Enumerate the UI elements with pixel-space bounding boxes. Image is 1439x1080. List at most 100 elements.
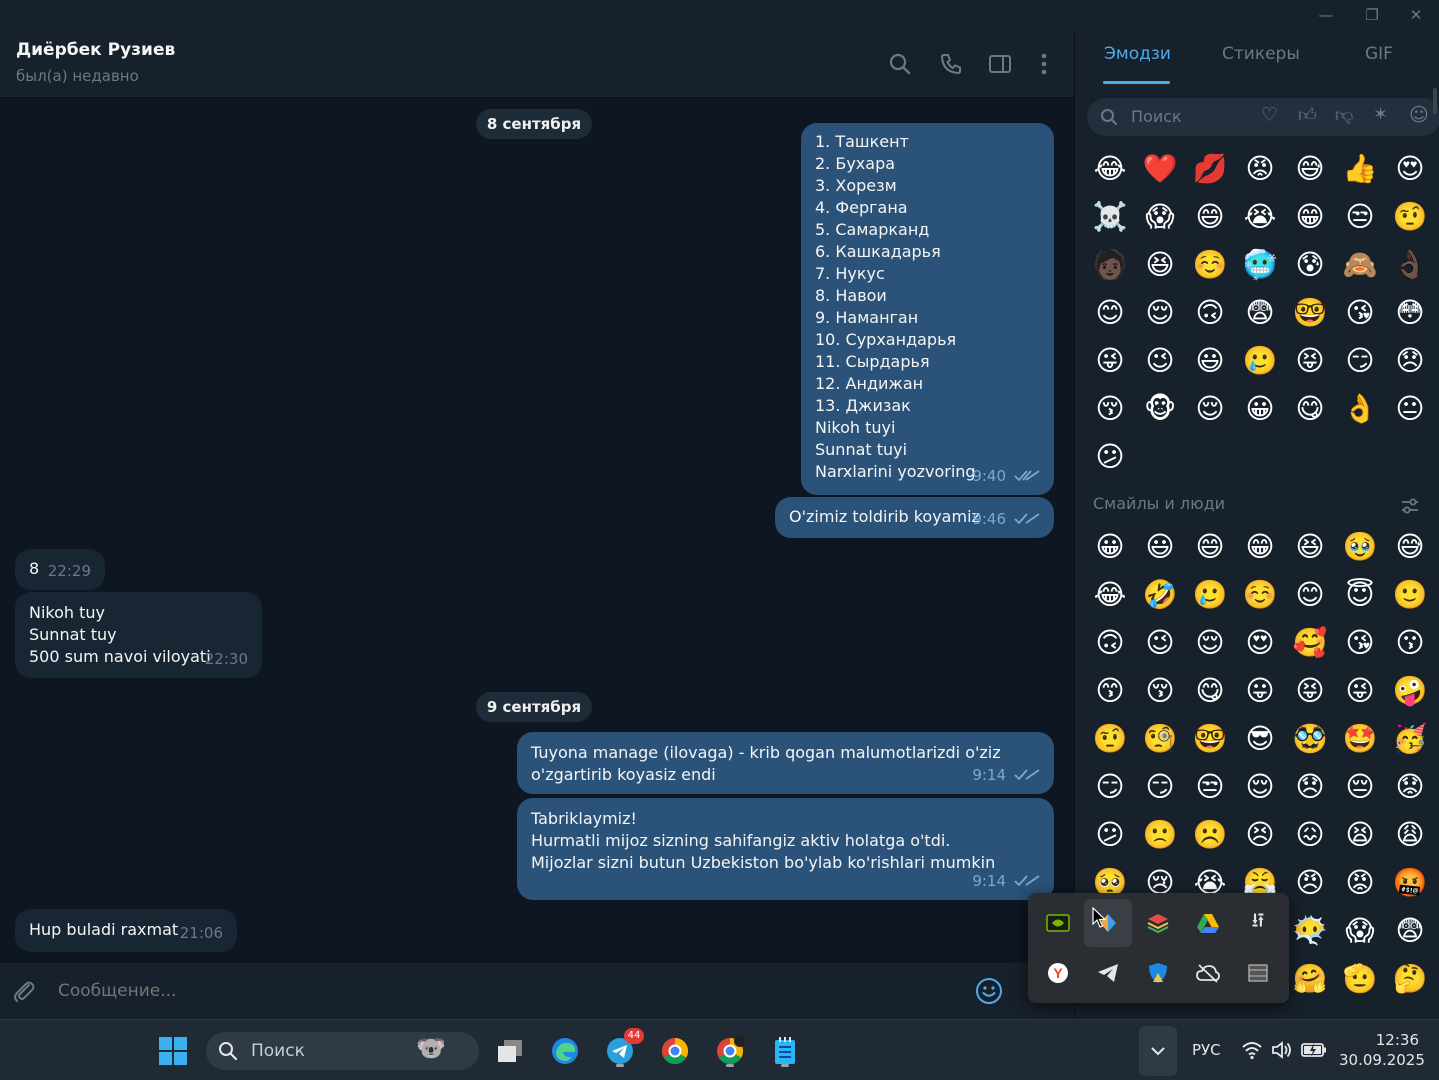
yandex-tray-icon[interactable]: Y — [1034, 949, 1082, 997]
message-bubble-outgoing[interactable]: Tuyona manage (ilovaga) - krib qogan mal… — [517, 732, 1054, 794]
phone-icon[interactable] — [938, 51, 964, 77]
more-menu-icon[interactable] — [1031, 51, 1057, 77]
emoji-cell[interactable]: 😭 — [1244, 200, 1277, 233]
emoji-search[interactable]: Поиск ♡ 👍︎ 👎︎ ✶ ☺ — [1087, 98, 1439, 136]
search-icon[interactable] — [887, 51, 913, 77]
emoji-cell[interactable]: 😅 — [1295, 152, 1324, 185]
emoji-cell[interactable]: 😰 — [1295, 248, 1324, 281]
start-menu-icon[interactable] — [153, 1031, 193, 1071]
emoji-cell[interactable]: 😟 — [1395, 770, 1424, 803]
emoji-cell[interactable]: 😫 — [1345, 818, 1374, 851]
emoji-cell[interactable]: 🤨 — [1393, 200, 1428, 233]
google-drive-tray-icon[interactable] — [1184, 899, 1232, 947]
emoji-cell[interactable]: 🤗 — [1293, 962, 1328, 995]
thumbs-up-category-icon[interactable]: 👍︎ — [1298, 104, 1317, 126]
emoji-cell[interactable]: 👌🏿 — [1393, 248, 1428, 281]
tab-stickers[interactable]: Стикеры — [1222, 44, 1300, 64]
emoji-cell[interactable]: 😝 — [1295, 674, 1324, 707]
emoji-cell[interactable]: 🧐 — [1143, 722, 1178, 755]
emoji-cell[interactable]: 🥹 — [1343, 530, 1378, 563]
emoji-cell[interactable]: 😘 — [1345, 296, 1374, 329]
party-category-icon[interactable]: ✶ — [1373, 104, 1388, 125]
volume-icon[interactable] — [1271, 1040, 1293, 1060]
emoji-cell[interactable]: 🤔 — [1393, 962, 1428, 995]
tab-gif[interactable]: GIF — [1365, 44, 1393, 64]
emoji-cell[interactable]: 😆 — [1295, 530, 1324, 563]
contact-name[interactable]: Диёрбек Рузиев — [16, 40, 175, 60]
emoji-cell[interactable]: 😏 — [1095, 770, 1124, 803]
emoji-cell[interactable]: 😁 — [1245, 530, 1274, 563]
emoji-cell[interactable]: ❤️ — [1143, 152, 1178, 185]
emoji-cell[interactable]: 😞 — [1295, 770, 1324, 803]
emoji-cell[interactable]: 😋 — [1295, 392, 1324, 425]
emoji-cell[interactable]: 😱 — [1145, 200, 1174, 233]
emoji-cell[interactable]: 😌 — [1195, 392, 1224, 425]
chrome-browser-icon[interactable] — [655, 1031, 695, 1071]
emoji-cell[interactable]: 😊 — [1295, 578, 1324, 611]
emoji-cell[interactable]: 😘 — [1345, 626, 1374, 659]
close-button[interactable]: ✕ — [1401, 4, 1431, 26]
task-view-icon[interactable] — [490, 1031, 530, 1071]
emoji-cell[interactable]: 😏 — [1145, 770, 1174, 803]
usb-tray-icon[interactable]: ⭿ — [1234, 899, 1282, 947]
emoji-cell[interactable]: 🙃 — [1195, 296, 1224, 329]
emoji-cell[interactable]: 🥳 — [1393, 722, 1428, 755]
thumbs-down-category-icon[interactable]: 👎︎ — [1335, 104, 1353, 126]
emoji-cell[interactable]: 🙃 — [1095, 626, 1124, 659]
emoji-cell[interactable]: 😶‍🌫️ — [1293, 914, 1328, 947]
emoji-cell[interactable]: 🤪 — [1393, 674, 1428, 707]
emoji-cell[interactable]: 😌 — [1245, 770, 1274, 803]
emoji-panel[interactable]: Эмодзи Стикеры GIF Поиск ♡ 👍︎ 👎︎ ✶ ☺ 😂 ❤️… — [1074, 30, 1439, 1019]
message-bubble-outgoing[interactable]: O'zimiz toldirib koyamiz 9:46 — [775, 497, 1054, 538]
emoji-cell[interactable]: 💋 — [1193, 152, 1228, 185]
emoji-cell[interactable]: 😏 — [1345, 344, 1374, 377]
emoji-cell[interactable]: 😛 — [1245, 674, 1274, 707]
emoji-cell[interactable]: 😜 — [1095, 344, 1124, 377]
emoji-cell[interactable]: 😌 — [1145, 296, 1174, 329]
wifi-icon[interactable] — [1241, 1040, 1263, 1060]
message-bubble-outgoing[interactable]: 1. Ташкент 2. Бухара 3. Хорезм 4. Ферган… — [801, 123, 1054, 495]
emoji-cell[interactable]: 🥶 — [1243, 248, 1278, 281]
emoji-cell[interactable]: 😜 — [1345, 674, 1374, 707]
tab-emoji[interactable]: Эмодзи — [1104, 44, 1171, 64]
film-tray-icon[interactable] — [1234, 949, 1282, 997]
chrome-profile-icon[interactable] — [710, 1031, 750, 1071]
emoji-cell[interactable]: 🥰 — [1293, 626, 1328, 659]
emoji-button-icon[interactable] — [974, 976, 1004, 1006]
emoji-cell[interactable]: 😋 — [1195, 674, 1224, 707]
taskbar-search[interactable]: Поиск 🐨 — [206, 1032, 479, 1070]
emoji-cell[interactable]: 😊 — [1095, 296, 1124, 329]
emoji-cell[interactable]: 🙁 — [1143, 818, 1178, 851]
emoji-cell[interactable]: 😁 — [1295, 200, 1324, 233]
heart-category-icon[interactable]: ♡ — [1261, 104, 1278, 126]
settings-sliders-icon[interactable] — [1400, 497, 1420, 515]
emoji-cell[interactable]: 😚 — [1095, 392, 1124, 425]
emoji-cell[interactable]: 😃 — [1145, 530, 1174, 563]
emoji-cell[interactable]: 🙂 — [1393, 578, 1428, 611]
emoji-cell[interactable]: 🥲 — [1243, 344, 1278, 377]
emoji-cell[interactable]: 😂 — [1094, 152, 1127, 185]
emoji-cell[interactable]: 😎 — [1245, 722, 1274, 755]
message-bubble-incoming[interactable]: Hup buladi raxmat 21:06 — [15, 909, 237, 952]
smile-category-icon[interactable]: ☺ — [1409, 104, 1429, 126]
input-language[interactable]: РУС — [1192, 1041, 1221, 1059]
emoji-cell[interactable]: 😌 — [1195, 626, 1224, 659]
telegram-tray-icon[interactable] — [1084, 949, 1132, 997]
emoji-cell[interactable]: 😡 — [1345, 866, 1374, 899]
emoji-cell[interactable]: 🤩 — [1343, 722, 1378, 755]
emoji-cell[interactable]: 😕 — [1095, 440, 1124, 473]
emoji-cell[interactable]: ☺️ — [1243, 578, 1278, 611]
sidebar-toggle-icon[interactable] — [987, 51, 1013, 77]
emoji-cell[interactable]: 😞 — [1395, 344, 1424, 377]
emoji-cell[interactable]: 🤓 — [1293, 296, 1328, 329]
emoji-cell[interactable]: 😅 — [1395, 530, 1424, 563]
emoji-cell[interactable]: ☠️ — [1093, 200, 1128, 233]
emoji-cell[interactable]: 😠 — [1295, 866, 1324, 899]
message-bubble-outgoing[interactable]: Tabriklaymiz! Hurmatli mijoz sizning sah… — [517, 798, 1054, 900]
emoji-cell[interactable]: 😃 — [1195, 344, 1224, 377]
emoji-cell[interactable]: 😙 — [1095, 674, 1124, 707]
emoji-cell[interactable]: 🙈 — [1343, 248, 1378, 281]
emoji-cell[interactable]: 😔 — [1345, 770, 1374, 803]
chat-header[interactable]: Диёрбек Рузиев был(а) недавно — [0, 30, 1074, 98]
clock[interactable]: 12:36 30.09.2025 — [1339, 1030, 1425, 1070]
